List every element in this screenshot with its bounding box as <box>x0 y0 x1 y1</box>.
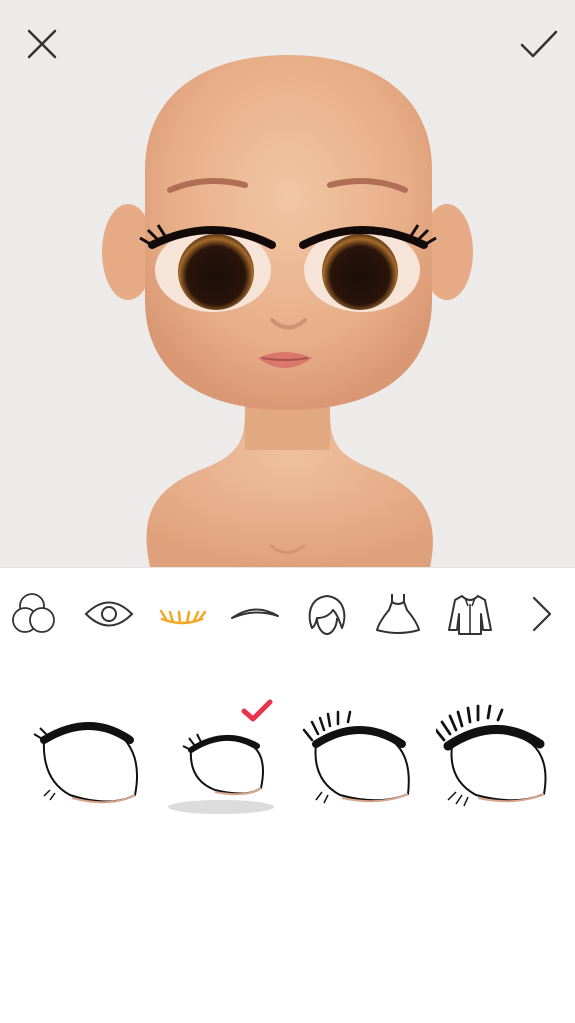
tab-eyelashes[interactable] <box>152 582 212 646</box>
tab-skin-color[interactable] <box>6 582 66 646</box>
close-button[interactable] <box>20 22 64 66</box>
category-toolbar <box>0 567 575 661</box>
eyelash-style-2 <box>182 733 264 796</box>
next-category-button[interactable] <box>512 582 572 646</box>
jacket-icon <box>448 595 492 635</box>
eyelash-style-3 <box>302 710 410 804</box>
close-icon <box>27 29 57 59</box>
selected-check-icon <box>241 699 273 722</box>
tab-hair[interactable] <box>297 582 357 646</box>
eyelash-option-3[interactable] <box>300 700 420 820</box>
eyelash-option-1[interactable] <box>30 700 150 820</box>
eyelash-style-4 <box>434 704 547 807</box>
tab-tops[interactable] <box>440 582 500 646</box>
chevron-right-icon <box>532 596 552 632</box>
skin-color-icon <box>12 593 55 633</box>
eyelash-option-4[interactable] <box>434 700 556 820</box>
checkmark-icon <box>520 30 558 58</box>
eyelash-option-2[interactable] <box>175 700 295 820</box>
avatar-preview <box>0 0 575 567</box>
dress-icon <box>376 594 420 634</box>
tab-eyes[interactable] <box>79 582 139 646</box>
eyelashes-icon <box>159 609 207 625</box>
tab-eyebrows[interactable] <box>225 582 285 646</box>
eyelash-style-1 <box>33 722 138 804</box>
tab-dresses[interactable] <box>368 582 428 646</box>
confirm-button[interactable] <box>517 22 561 66</box>
eye-icon <box>84 601 134 627</box>
eyelash-options <box>0 660 575 1023</box>
hair-icon <box>308 595 346 636</box>
avatar-illustration <box>102 55 473 567</box>
eyebrow-icon <box>231 608 279 619</box>
